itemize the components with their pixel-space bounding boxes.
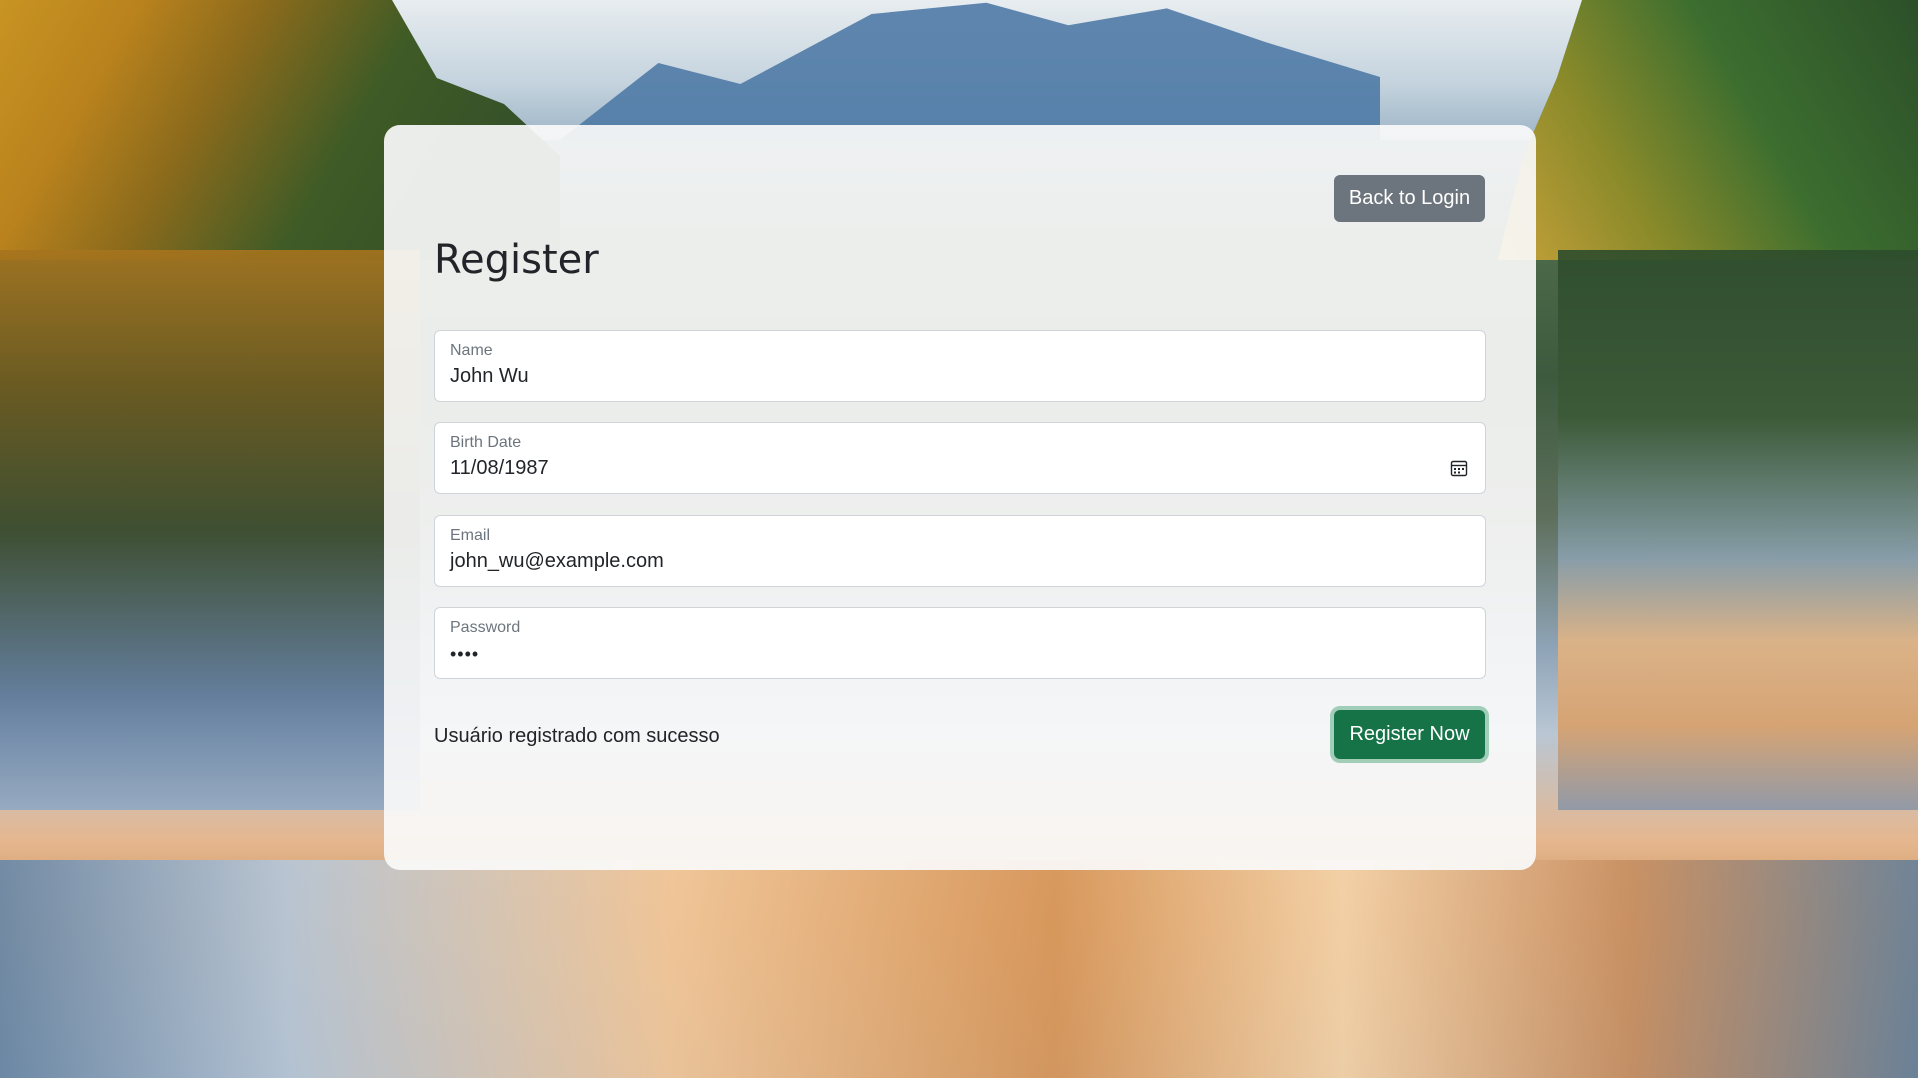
birth-date-input[interactable]: 11/08/1987 xyxy=(450,457,549,480)
status-message: Usuário registrado com sucesso xyxy=(434,725,720,747)
background-reflection-bottom xyxy=(0,860,1918,1078)
password-label: Password xyxy=(450,619,521,636)
name-label: Name xyxy=(450,342,493,359)
page-title: Register xyxy=(434,237,599,283)
calendar-icon[interactable] xyxy=(1449,458,1469,478)
register-card: Back to Login Register Name John Wu Birt… xyxy=(384,125,1536,870)
register-now-button[interactable]: Register Now xyxy=(1334,710,1485,759)
birth-date-label: Birth Date xyxy=(450,434,522,451)
background-reflection-right xyxy=(1558,250,1918,810)
password-input[interactable]: •••• xyxy=(450,644,479,665)
birth-date-field[interactable]: Birth Date 11/08/1987 xyxy=(434,422,1486,494)
password-field[interactable]: Password •••• xyxy=(434,607,1486,679)
email-field[interactable]: Email john_wu@example.com xyxy=(434,515,1486,587)
name-field[interactable]: Name John Wu xyxy=(434,330,1486,402)
back-to-login-button[interactable]: Back to Login xyxy=(1334,175,1485,222)
email-label: Email xyxy=(450,527,491,544)
email-input[interactable]: john_wu@example.com xyxy=(450,550,664,573)
background-reflection-left xyxy=(0,250,420,810)
name-input[interactable]: John Wu xyxy=(450,365,529,388)
